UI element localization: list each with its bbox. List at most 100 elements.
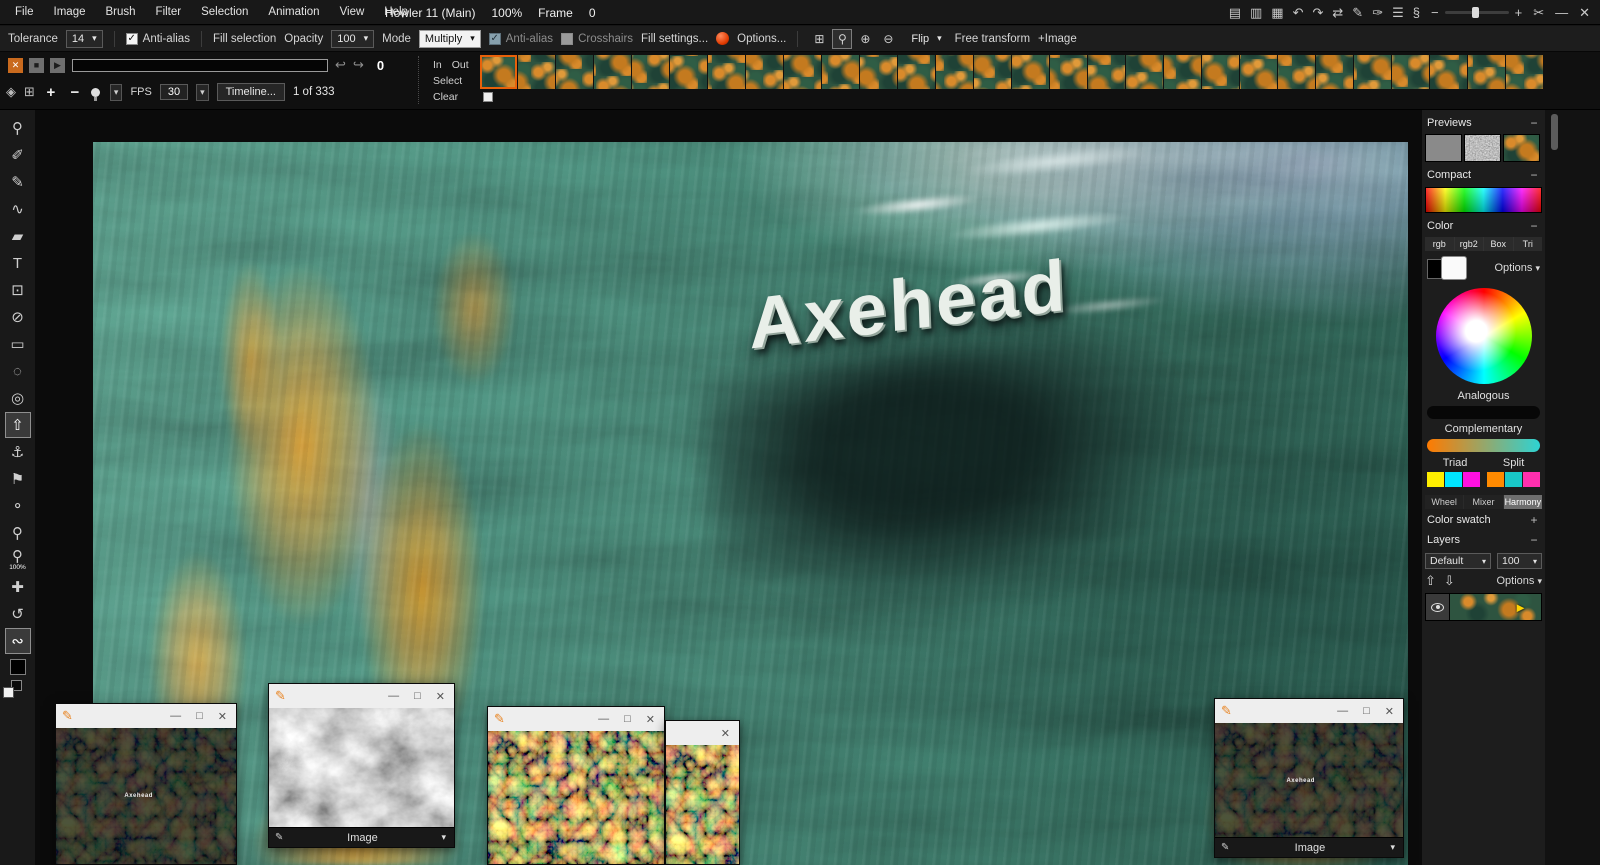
filmstrip-frame-21[interactable] [1240, 55, 1277, 89]
filmstrip-frame-15[interactable] [1012, 55, 1049, 89]
layer-opacity-dropdown[interactable]: 100 ▾ [1497, 553, 1542, 569]
frame-tool[interactable]: ⊡ [5, 277, 31, 303]
filmstrip-frame-3[interactable] [556, 55, 593, 89]
move-layer-down-button[interactable]: ⇩ [1444, 573, 1455, 589]
menu-item-animation[interactable]: Animation [259, 2, 328, 22]
collapse-button[interactable]: − [1528, 116, 1540, 130]
foreground-color-swatch-small[interactable] [3, 687, 14, 698]
color-tab-box[interactable]: Box [1484, 237, 1513, 251]
filmstrip-frame-20[interactable] [1202, 55, 1239, 89]
crosshairs-checkbox[interactable] [561, 33, 573, 45]
minimize-button[interactable]: — [388, 690, 399, 702]
child-titlebar[interactable]: ✎ — □ ✕ [269, 684, 454, 708]
color-tab-rgb2[interactable]: rgb2 [1455, 237, 1484, 251]
dock-left-icon[interactable]: ▤ [1229, 0, 1241, 25]
image-window-5[interactable]: ✎ — □ ✕ Axehead ✎ Image ▾ [1214, 698, 1404, 858]
antialias2-checkbox-row[interactable]: ✓ Anti-alias [489, 33, 553, 45]
menu-item-selection[interactable]: Selection [192, 2, 257, 22]
image-selector-bar[interactable]: ✎ Image ▾ [1215, 837, 1403, 857]
pen-icon[interactable]: ✎ [1352, 0, 1363, 25]
close-button[interactable]: ✕ [218, 710, 227, 723]
fps-dropdown[interactable]: ▾ [196, 84, 209, 101]
stylus-icon[interactable]: ✑ [1372, 0, 1383, 25]
menu-item-brush[interactable]: Brush [97, 2, 145, 22]
image-window-4[interactable]: ✕ [665, 720, 740, 865]
color-swatch-pair[interactable] [3, 680, 25, 698]
filmstrip-frame-24[interactable] [1354, 55, 1391, 89]
text-tool[interactable]: T [5, 250, 31, 276]
timeline-scrub-slider[interactable] [72, 59, 328, 72]
filmstrip-frame-9[interactable] [784, 55, 821, 89]
child-canvas[interactable]: Axehead [1215, 723, 1403, 837]
filmstrip-frame-8[interactable] [746, 55, 783, 89]
list-icon[interactable]: ☰ [1392, 0, 1404, 25]
image-window-1[interactable]: ✎ — □ ✕ Axehead [55, 703, 237, 865]
filmstrip-frame-12[interactable] [898, 55, 935, 89]
filmstrip-frame-10[interactable] [822, 55, 859, 89]
onion-skin-dropdown[interactable]: ▾ [110, 84, 123, 101]
primary-color-swatch[interactable] [1441, 256, 1467, 280]
opacity-dropdown[interactable]: 100 ▾ [331, 30, 374, 48]
antialias-checkbox-row[interactable]: ✓ Anti-alias [126, 33, 190, 45]
maximize-button[interactable]: □ [196, 710, 203, 722]
undo-icon[interactable]: ↶ [1293, 0, 1304, 25]
fps-value[interactable]: 30 [160, 84, 188, 100]
child-titlebar[interactable]: ✎ — □ ✕ [488, 707, 664, 731]
options-button[interactable]: Options... [737, 33, 786, 45]
menu-item-view[interactable]: View [331, 2, 374, 22]
child-titlebar[interactable]: ✎ — □ ✕ [56, 704, 236, 728]
range-checkbox[interactable] [483, 92, 493, 102]
rect-select-tool[interactable]: ▭ [5, 331, 31, 357]
filmstrip-frame-1[interactable] [480, 55, 517, 89]
triad-swatch-1[interactable] [1427, 472, 1444, 487]
layer-row[interactable]: ► [1425, 593, 1542, 621]
redo-icon[interactable]: ↷ [1312, 0, 1323, 25]
minimize-button[interactable]: — [170, 710, 181, 722]
preview-thumb-1[interactable] [1425, 134, 1462, 162]
paintbrush-tool[interactable]: ✐ [5, 142, 31, 168]
close-button[interactable]: ✕ [436, 690, 445, 703]
move-tool[interactable]: ✚ [5, 574, 31, 600]
filmstrip-frame-5[interactable] [632, 55, 669, 89]
image-window-2[interactable]: ✎ — □ ✕ ✎ Image ▾ [268, 683, 455, 848]
prev-frame-icon[interactable]: ↩ [335, 57, 346, 73]
child-canvas[interactable] [488, 731, 664, 864]
zoom-tool-icon[interactable]: ⚲ [832, 29, 852, 49]
swap-icon[interactable]: ⇄ [1332, 0, 1343, 25]
close-button[interactable]: ✕ [721, 727, 730, 740]
filmstrip-frame-2[interactable] [518, 55, 555, 89]
lasso-tool[interactable]: ∾ [5, 628, 31, 654]
chevron-down-icon[interactable]: ▾ [1390, 842, 1395, 853]
compact-color-picker[interactable] [1425, 187, 1542, 213]
foreground-color-swatch[interactable] [10, 659, 26, 675]
filmstrip-frame-27[interactable] [1468, 55, 1505, 89]
maximize-button[interactable]: □ [624, 713, 631, 725]
scissors-icon[interactable]: ✂ [1533, 5, 1544, 21]
fill-settings-button[interactable]: Fill settings... [641, 33, 708, 45]
free-transform-button[interactable]: Free transform [955, 33, 1030, 45]
minimize-button[interactable]: — [1555, 5, 1568, 20]
mode-dropdown[interactable]: Multiply ▾ [419, 30, 481, 48]
filmstrip-frame-19[interactable] [1164, 55, 1201, 89]
curve-tool[interactable]: ∿ [5, 196, 31, 222]
tolerance-dropdown[interactable]: 14 ▾ [66, 30, 103, 48]
child-canvas[interactable] [269, 708, 454, 827]
collapse-button[interactable]: − [1528, 533, 1540, 547]
layer-options-dropdown[interactable]: Options ▾ [1496, 575, 1542, 587]
ellipse-select-tool[interactable]: ◌ [5, 358, 31, 384]
harmony-tab-wheel[interactable]: Wheel [1425, 495, 1463, 509]
menu-item-file[interactable]: File [6, 2, 43, 22]
filmstrip-frame-11[interactable] [860, 55, 897, 89]
layer-mode-dropdown[interactable]: Default ▾ [1425, 553, 1491, 569]
maximize-button[interactable]: □ [414, 690, 421, 702]
flip-dropdown[interactable]: Flip ▾ [906, 30, 946, 48]
image-selector-label[interactable]: Image [283, 832, 441, 844]
preview-thumb-3[interactable] [1503, 134, 1540, 162]
slider-plus-icon[interactable]: + [1515, 5, 1523, 20]
layer-visibility-toggle[interactable] [1426, 594, 1450, 620]
out-button[interactable]: Out [452, 57, 469, 73]
child-canvas[interactable]: Axehead [56, 728, 236, 864]
zoom-100-tool[interactable]: ⚲100% [5, 547, 31, 573]
child-titlebar[interactable]: ✎ — □ ✕ [1215, 699, 1403, 723]
triad-swatch-3[interactable] [1463, 472, 1480, 487]
